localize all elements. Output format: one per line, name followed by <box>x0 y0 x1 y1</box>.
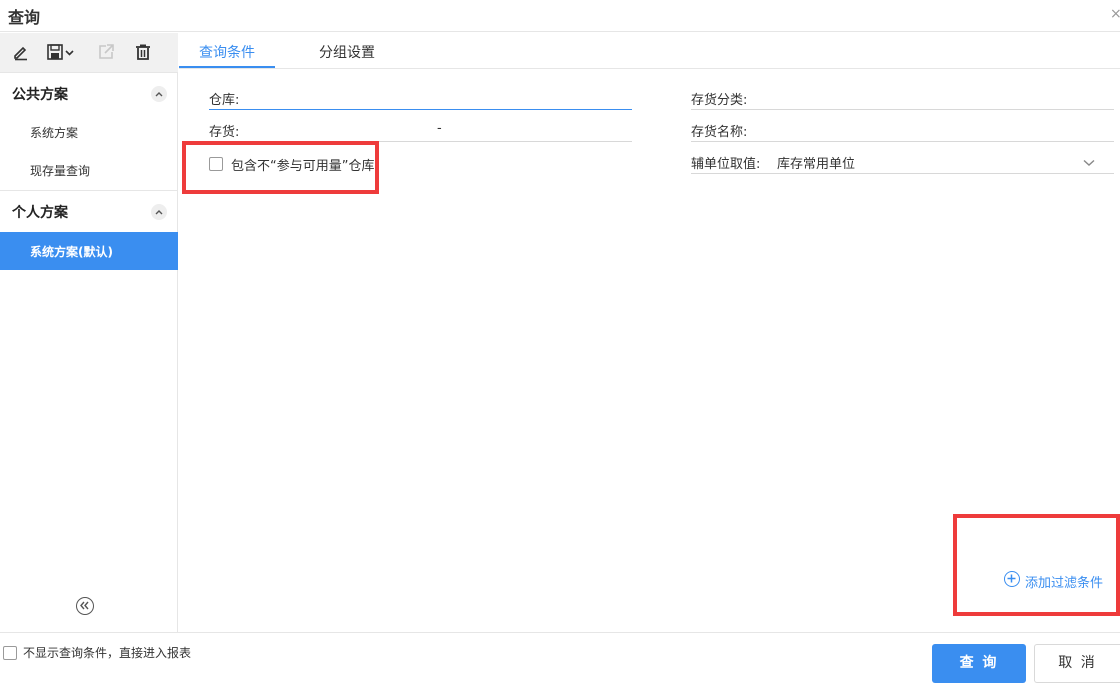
active-tab-indicator <box>179 66 275 68</box>
save-icon[interactable] <box>46 41 76 63</box>
public-scheme-group[interactable]: 公共方案 <box>0 74 178 112</box>
inventory-label: 存货: <box>209 125 240 140</box>
highlight-box-add-filter <box>953 514 1120 616</box>
close-icon[interactable]: × <box>1110 6 1120 20</box>
aux-unit-label: 辅单位取值: <box>691 157 761 172</box>
collapse-sidebar-icon[interactable] <box>76 597 94 615</box>
public-scheme-group-label: 公共方案 <box>12 87 68 103</box>
personal-scheme-group-label: 个人方案 <box>12 205 68 221</box>
personal-scheme-group[interactable]: 个人方案 <box>0 192 178 230</box>
sidebar-item-system-scheme[interactable]: 系统方案 <box>0 113 178 151</box>
highlight-box-checkbox <box>182 141 379 194</box>
skip-conditions-checkbox[interactable] <box>3 646 17 660</box>
aux-unit-select[interactable]: 辅单位取值: 库存常用单位 <box>691 150 1114 174</box>
edit-icon[interactable] <box>9 41 33 63</box>
warehouse-label: 仓库: <box>209 93 240 108</box>
tab-group-settings[interactable]: 分组设置 <box>319 42 375 62</box>
skip-conditions-label: 不显示查询条件，直接进入报表 <box>23 646 192 660</box>
chevron-down-icon[interactable] <box>1083 156 1095 171</box>
inventory-range-separator: - <box>437 121 442 136</box>
tab-query-conditions[interactable]: 查询条件 <box>199 42 255 62</box>
dialog-titlebar: 查询 × <box>0 0 1120 32</box>
warehouse-field[interactable]: 仓库: <box>209 86 632 110</box>
cancel-button[interactable]: 取 消 <box>1034 644 1120 683</box>
add-filter-label: 添加过滤条件 <box>1025 576 1104 591</box>
inventory-name-field[interactable]: 存货名称: <box>691 118 1114 142</box>
inventory-category-field[interactable]: 存货分类: <box>691 86 1114 110</box>
aux-unit-value: 库存常用单位 <box>777 157 856 172</box>
chevron-up-icon[interactable] <box>151 204 167 220</box>
plus-circle-icon <box>1004 571 1020 587</box>
dialog-title: 查询 <box>8 8 41 27</box>
chevron-up-icon[interactable] <box>151 86 167 102</box>
inventory-category-label: 存货分类: <box>691 93 748 108</box>
export-icon[interactable] <box>94 41 118 63</box>
sidebar-item-system-scheme-default[interactable]: 系统方案(默认) <box>0 232 178 270</box>
sidebar-item-stock-query[interactable]: 现存量查询 <box>0 151 178 189</box>
inventory-range-field[interactable]: 存货: - <box>209 118 632 142</box>
query-button[interactable]: 查 询 <box>932 644 1026 683</box>
tab-bar: 查询条件 分组设置 <box>179 33 1120 69</box>
sidebar-divider <box>0 190 178 191</box>
inventory-name-label: 存货名称: <box>691 125 748 140</box>
dialog-footer: 不显示查询条件，直接进入报表 查 询 取 消 <box>0 632 1120 683</box>
scheme-toolbar <box>0 33 178 73</box>
scheme-sidebar: 公共方案 系统方案 现存量查询 个人方案 系统方案(默认) <box>0 33 178 632</box>
delete-icon[interactable] <box>131 41 155 63</box>
